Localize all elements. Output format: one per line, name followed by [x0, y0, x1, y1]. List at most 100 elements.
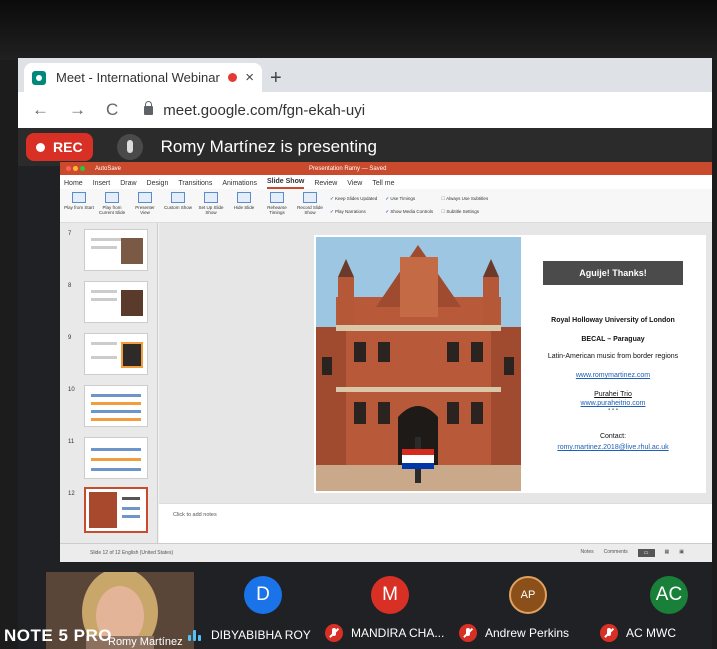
- participant-tile-mandira[interactable]: M MANDIRA CHA...: [315, 570, 465, 649]
- set-up-slide-show-button[interactable]: Set Up Slide Show: [196, 192, 226, 219]
- tab-slide-show[interactable]: Slide Show: [266, 178, 305, 189]
- participant-label: AC MWC: [626, 626, 676, 640]
- tab-animations[interactable]: Animations: [222, 180, 257, 189]
- tab-draw[interactable]: Draw: [120, 180, 136, 189]
- play-from-current-button[interactable]: Play from Current Slide: [97, 192, 127, 219]
- subtitle-settings-dropdown[interactable]: Subtitle Settings: [441, 209, 488, 215]
- always-use-subtitles-checkbox[interactable]: Always Use Subtitles: [441, 196, 488, 202]
- notes-pane[interactable]: Click to add notes: [159, 503, 712, 543]
- close-window-icon[interactable]: [66, 166, 71, 171]
- use-timings-checkbox[interactable]: Use Timings: [385, 196, 433, 202]
- back-button[interactable]: ←: [32, 100, 49, 120]
- slide-thumbnail-10[interactable]: [84, 385, 148, 427]
- tab-view[interactable]: View: [347, 180, 362, 189]
- participant-name: DIBYABIBHA ROY: [188, 628, 311, 642]
- tab-home[interactable]: Home: [64, 180, 83, 189]
- slide-sorter-button[interactable]: ▦: [665, 549, 670, 557]
- comments-toggle-button[interactable]: Comments: [604, 549, 628, 557]
- button-label: Play from Current Slide: [98, 205, 126, 215]
- status-bar: Slide 12 of 12 English (United States) N…: [60, 543, 712, 562]
- trio-text: Purahei Trio: [594, 391, 632, 398]
- thumb-line: [91, 394, 141, 397]
- speaking-indicator-icon: [188, 629, 203, 641]
- tab-design[interactable]: Design: [147, 180, 169, 189]
- slide-thumbnail-8[interactable]: [84, 281, 148, 323]
- close-tab-icon[interactable]: ×: [245, 69, 254, 86]
- play-from-start-button[interactable]: Play from Start: [64, 192, 94, 219]
- custom-show-button[interactable]: Custom Show: [163, 192, 193, 219]
- reading-view-button[interactable]: ▣: [679, 549, 684, 557]
- minimize-window-icon[interactable]: [73, 166, 78, 171]
- presenter-view-button[interactable]: Presenter View: [130, 192, 160, 219]
- rehearse-timings-button[interactable]: Rehearse Timings: [262, 192, 292, 219]
- flag-icons: ▪ ▪ ▪: [608, 407, 618, 413]
- building-illustration: [316, 237, 521, 491]
- slide-thumbnail-12[interactable]: [84, 487, 148, 533]
- slide-thumbnail-9[interactable]: [84, 333, 148, 375]
- slide-thumbnail-7[interactable]: [84, 229, 148, 271]
- maximize-window-icon[interactable]: [80, 166, 85, 171]
- notes-toggle-button[interactable]: Notes: [581, 549, 594, 557]
- slide-number: 9: [68, 335, 72, 341]
- play-current-icon: [105, 192, 119, 203]
- reload-button[interactable]: C: [106, 100, 118, 120]
- participant-name: AC MWC: [600, 624, 676, 642]
- participant-label: MANDIRA CHA...: [351, 626, 445, 640]
- normal-view-button[interactable]: ▭: [637, 549, 655, 557]
- participants-strip: Romy Martínez D DIBYABIBHA ROY M MANDIRA…: [18, 562, 712, 649]
- tab-meet[interactable]: Meet - International Webinar ×: [24, 63, 262, 92]
- url-field[interactable]: meet.google.com/fgn-ekah-uyi: [163, 102, 365, 119]
- participant-name: Andrew Perkins: [459, 624, 569, 642]
- forward-button[interactable]: →: [69, 100, 86, 120]
- thumb-line: [91, 298, 117, 301]
- powerpoint-window: AutoSave Presentation Ramy — Saved Home …: [60, 162, 712, 562]
- thumb-line: [122, 497, 140, 500]
- button-label: Play from Start: [64, 205, 94, 210]
- tab-transitions[interactable]: Transitions: [178, 180, 212, 189]
- new-tab-button[interactable]: +: [270, 67, 282, 90]
- ribbon-checks-1: Keep Slides Updated Play Narrations: [330, 192, 383, 219]
- browser-screen: Meet - International Webinar × + ← → C m…: [18, 58, 712, 649]
- show-media-controls-checkbox[interactable]: Show Media Controls: [385, 209, 433, 215]
- avatar: AC: [650, 576, 688, 614]
- thumb-line: [91, 418, 141, 421]
- record-slide-show-button[interactable]: Record Slide Show: [295, 192, 325, 219]
- website-link[interactable]: www.romymartinez.com: [526, 372, 700, 379]
- tell-me-search[interactable]: Tell me: [372, 180, 394, 189]
- slide-info: Aguije! Thanks! Royal Holloway Universit…: [526, 241, 700, 486]
- participant-tile-ac-mwc[interactable]: AC AC MWC: [594, 570, 712, 649]
- setup-icon: [204, 192, 218, 203]
- hide-slide-button[interactable]: Hide Slide: [229, 192, 259, 219]
- music-text: Latin-American music from border regions: [547, 353, 679, 360]
- autosave-toggle[interactable]: AutoSave: [95, 166, 121, 172]
- custom-show-icon: [171, 192, 185, 203]
- presenter-name: Romy Martínez: [108, 636, 183, 648]
- keep-slides-updated-checkbox[interactable]: Keep Slides Updated: [330, 196, 377, 202]
- thumb-line: [91, 448, 141, 451]
- play-narrations-checkbox[interactable]: Play Narrations: [330, 209, 377, 215]
- slide-number: 11: [68, 439, 75, 445]
- window-controls: [66, 166, 87, 171]
- slide-thumbnail-11[interactable]: [84, 437, 148, 479]
- trio-website-link[interactable]: www.puraheitrio.com: [526, 400, 700, 407]
- tab-review[interactable]: Review: [314, 180, 337, 189]
- thumb-line: [91, 402, 141, 405]
- becal-text: BECAL – Paraguay: [581, 336, 645, 343]
- timer-icon: [270, 192, 284, 203]
- participant-tile-andrew[interactable]: AP Andrew Perkins: [453, 570, 603, 649]
- lock-icon[interactable]: [144, 100, 154, 115]
- tab-insert[interactable]: Insert: [93, 180, 111, 189]
- email-link[interactable]: romy.martinez.2018@live.rhul.ac.uk: [526, 444, 700, 451]
- tab-bar: Meet - International Webinar × +: [18, 58, 712, 92]
- monitor-bezel: [0, 0, 717, 60]
- status-slide-info: Slide 12 of 12 English (United States): [90, 550, 174, 556]
- recording-badge: REC: [26, 133, 93, 161]
- current-slide[interactable]: Aguije! Thanks! Royal Holloway Universit…: [314, 235, 706, 493]
- thumb-image: [121, 238, 143, 264]
- thumb-line: [91, 246, 117, 249]
- button-label: Custom Show: [163, 205, 192, 210]
- participant-label: Andrew Perkins: [485, 626, 570, 640]
- button-label: Record Slide Show: [297, 205, 323, 215]
- raise-hand-icon[interactable]: [116, 134, 143, 160]
- thanks-banner: Aguije! Thanks!: [543, 261, 683, 285]
